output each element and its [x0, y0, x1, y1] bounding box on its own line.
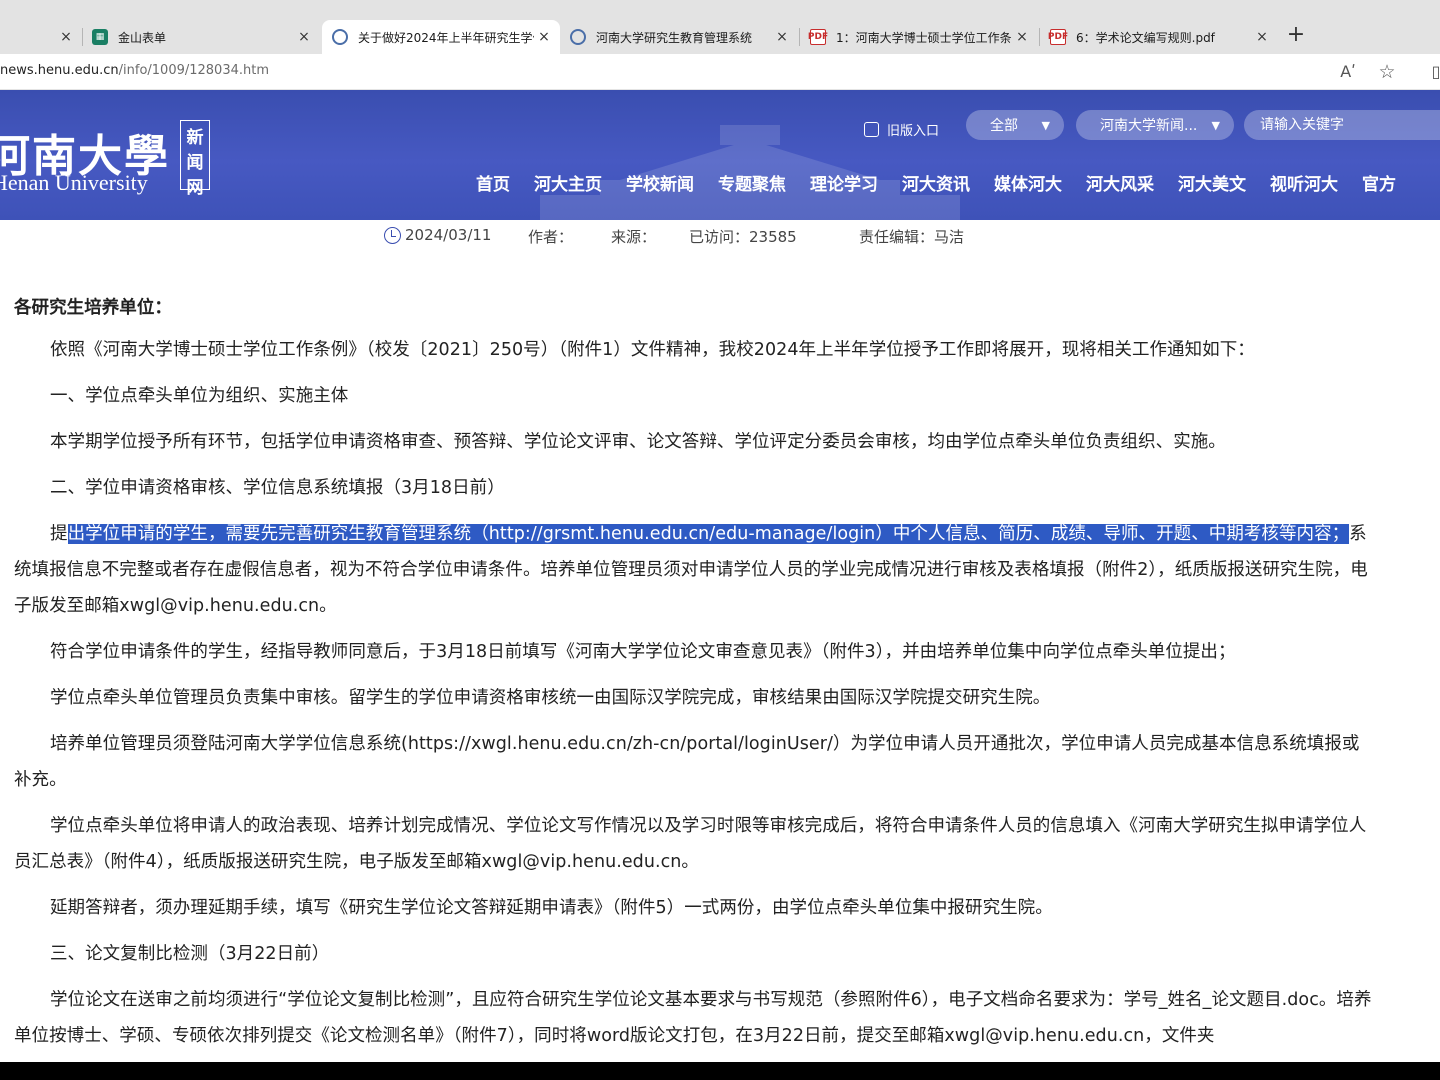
address-bar[interactable]: news.henu.edu.cn/info/1009/128034.htm Aʹ…: [0, 54, 1440, 90]
browser-tab-strip: × ▦ 金山表单 × 关于做好2024年上半年研究生学位 × 河南大学研究生教育…: [0, 0, 1440, 54]
badge-char: 新: [186, 128, 204, 148]
nav-item-av-henu[interactable]: 视听河大: [1258, 170, 1350, 195]
scope-select-value: 全部: [990, 118, 1018, 134]
browser-tab-5[interactable]: PDF 6：学术论文编写规则.pdf ×: [1040, 20, 1278, 54]
read-aloud-icon[interactable]: Aʹ: [1336, 60, 1360, 84]
article-content-area: 2024/03/11 作者： 来源： 已访问：23585 责任编辑：马洁 各研究…: [0, 220, 1440, 1062]
nav-item-henu-main[interactable]: 河大主页: [522, 170, 614, 195]
section-heading: 二、学位申请资格审核、学位信息系统填报（3月18日前）: [50, 478, 505, 498]
url-field[interactable]: news.henu.edu.cn/info/1009/128034.htm: [0, 63, 269, 78]
article-body: 各研究生培养单位： 依照《河南大学博士硕士学位工作条例》（校发〔2021〕250…: [14, 290, 1374, 1062]
old-version-entry-link[interactable]: 旧版入口: [864, 120, 939, 139]
tab-title: 6：学术论文编写规则.pdf: [1076, 30, 1215, 45]
tab-title: 1：河南大学博士硕士学位工作条: [836, 30, 1012, 45]
close-icon[interactable]: ×: [1252, 29, 1272, 45]
caret-down-icon: ▼: [1041, 118, 1050, 132]
section-heading: 一、学位点牵头单位为组织、实施主体: [50, 386, 349, 406]
tab-title: 关于做好2024年上半年研究生学位: [358, 30, 534, 45]
globe-icon: [570, 29, 586, 45]
browser-tab-2-active[interactable]: 关于做好2024年上半年研究生学位 ×: [322, 20, 560, 54]
browser-tab-3[interactable]: 河南大学研究生教育管理系统 ×: [560, 20, 798, 54]
close-icon[interactable]: ×: [1012, 29, 1032, 45]
url-path: /info/1009/128034.htm: [118, 63, 270, 78]
wps-form-icon: ▦: [92, 29, 108, 45]
nav-item-special-focus[interactable]: 专题聚焦: [706, 170, 798, 195]
nav-item-henu-info[interactable]: 河大资讯: [890, 170, 982, 195]
close-icon[interactable]: ×: [56, 29, 76, 45]
nav-item-henu-style[interactable]: 河大风采: [1074, 170, 1166, 195]
paragraph: 学位论文在送审之前均须进行“学位论文复制比检测”，且应符合研究生学位论文基本要求…: [14, 990, 1372, 1046]
paragraph: 培养单位管理员须登陆河南大学学位信息系统(https://xwgl.henu.e…: [14, 734, 1360, 790]
article-meta: 2024/03/11 作者： 来源： 已访问：23585 责任编辑：马洁: [0, 226, 1440, 246]
selected-text-highlight[interactable]: 出学位申请的学生，需要先完善研究生教育管理系统（http://grsmt.hen…: [67, 524, 1350, 544]
main-navigation: 首页 河大主页 学校新闻 专题聚焦 理论学习 河大资讯 媒体河大 河大风采 河大…: [464, 170, 1408, 195]
paragraph: 符合学位申请条件的学生，经指导教师同意后，于3月18日前填写《河南大学学位论文审…: [50, 642, 1236, 662]
paragraph: 本学期学位授予所有环节，包括学位申请资格审查、预答辩、学位论文评审、论文答辩、学…: [50, 432, 1226, 452]
nav-item-school-news[interactable]: 学校新闻: [614, 170, 706, 195]
site-select-value: 河南大学新闻...: [1100, 118, 1198, 134]
url-host: news.henu.edu.cn: [0, 63, 119, 78]
pdf-icon: PDF: [808, 29, 828, 45]
tab-title: 金山表单: [118, 30, 167, 45]
pdf-icon: PDF: [1048, 29, 1068, 45]
nav-item-official[interactable]: 官方: [1350, 170, 1408, 195]
author-label: 作者：: [528, 228, 574, 246]
search-input[interactable]: [1244, 110, 1440, 140]
logo-english-name[interactable]: Henan University: [0, 170, 148, 196]
section-heading: 三、论文复制比检测（3月22日前）: [50, 944, 330, 964]
nav-item-theory-study[interactable]: 理论学习: [798, 170, 890, 195]
favorite-star-icon[interactable]: ☆: [1375, 60, 1399, 84]
news-site-badge: 新 闻 网: [180, 120, 210, 198]
visit-count: 已访问：23585: [689, 228, 797, 246]
screen-bottom-edge: [0, 1062, 1440, 1080]
site-select[interactable]: 河南大学新闻... ▼: [1076, 110, 1234, 140]
new-tab-button[interactable]: +: [1284, 24, 1308, 48]
badge-char: 网: [186, 178, 204, 198]
browser-tab-4[interactable]: PDF 1：河南大学博士硕士学位工作条 ×: [800, 20, 1038, 54]
nav-item-home[interactable]: 首页: [464, 170, 522, 195]
paragraph: 学位点牵头单位将申请人的政治表现、培养计划完成情况、学位论文写作情况以及学习时限…: [14, 816, 1367, 872]
salutation: 各研究生培养单位：: [14, 298, 172, 318]
nav-item-henu-essays[interactable]: 河大美文: [1166, 170, 1258, 195]
paragraph: 延期答辩者，须办理延期手续，填写《研究生学位论文答辩延期申请表》（附件5）一式两…: [50, 898, 1053, 918]
text-fragment: 提: [50, 524, 68, 544]
caret-down-icon: ▼: [1211, 118, 1220, 132]
badge-char: 闻: [186, 153, 204, 173]
old-version-label: 旧版入口: [887, 124, 940, 139]
tab-title: 河南大学研究生教育管理系统: [596, 30, 753, 45]
split-screen-icon[interactable]: ▯: [1424, 60, 1440, 84]
paragraph: 学位点牵头单位管理员负责集中审核。留学生的学位申请资格审核统一由国际汉学院完成，…: [50, 688, 1051, 708]
globe-icon: [332, 29, 348, 45]
publish-date: 2024/03/11: [405, 226, 492, 244]
nav-item-media-henu[interactable]: 媒体河大: [982, 170, 1074, 195]
responsible-editor: 责任编辑：马洁: [859, 228, 965, 246]
scope-select[interactable]: 全部 ▼: [966, 110, 1064, 140]
browser-tab-0[interactable]: ×: [0, 20, 82, 54]
site-header: 河南大學 Henan University 新 闻 网 旧版入口 全部 ▼ 河南…: [0, 90, 1440, 220]
browser-tab-1[interactable]: ▦ 金山表单 ×: [82, 20, 320, 54]
source-label: 来源：: [611, 228, 657, 246]
close-icon[interactable]: ×: [534, 29, 554, 45]
clock-icon: [384, 227, 401, 244]
paragraph-with-selection: 提出学位申请的学生，需要先完善研究生教育管理系统（http://grsmt.he…: [14, 516, 1374, 624]
close-icon[interactable]: ×: [772, 29, 792, 45]
paragraph: 依照《河南大学博士硕士学位工作条例》（校发〔2021〕250号）（附件1）文件精…: [50, 340, 1255, 360]
old-version-icon: [864, 122, 879, 137]
close-icon[interactable]: ×: [294, 29, 314, 45]
